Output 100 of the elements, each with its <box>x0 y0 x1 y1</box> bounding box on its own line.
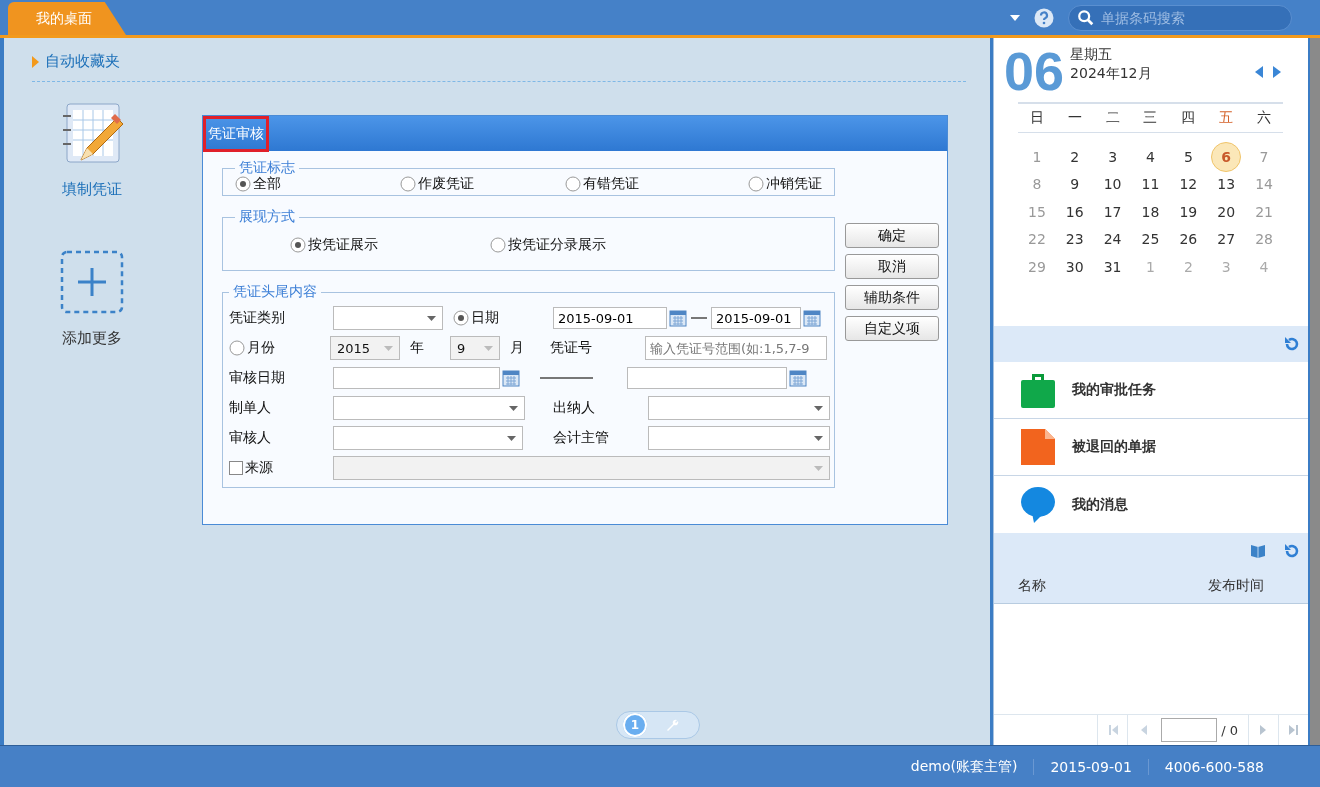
book-icon[interactable] <box>1250 543 1266 559</box>
date-field[interactable]: 2015-09-01 <box>711 307 801 329</box>
dialog-title: 凭证审核 <box>203 115 269 152</box>
field-label: 审核日期 <box>229 369 286 387</box>
caret-icon[interactable] <box>509 405 518 411</box>
calendar-day[interactable]: 31 <box>1096 253 1129 280</box>
calendar-day[interactable]: 26 <box>1172 226 1205 253</box>
weekday-header: 三 <box>1142 109 1159 127</box>
month-text: 2024年12月 <box>1070 65 1152 83</box>
search-field[interactable]: 单据条码搜索 <box>1068 4 1292 31</box>
calendar-day[interactable]: 30 <box>1058 253 1091 280</box>
option-label: 作废凭证 <box>418 175 474 193</box>
calendar-day[interactable]: 23 <box>1058 226 1091 253</box>
page-number-field[interactable] <box>1161 718 1218 742</box>
calendar-day[interactable]: 5 <box>1172 143 1205 170</box>
option-label: 冲销凭证 <box>766 175 822 193</box>
weekday-header: 六 <box>1256 109 1273 127</box>
field-label: 月 <box>510 339 525 357</box>
calendar-icon[interactable] <box>502 369 520 387</box>
caret-icon[interactable] <box>814 405 823 411</box>
calendar-icon[interactable] <box>803 309 821 327</box>
calendar-day[interactable]: 24 <box>1096 226 1129 253</box>
calendar-day[interactable]: 17 <box>1096 198 1129 225</box>
option-label: 全部 <box>253 175 281 193</box>
calendar-day[interactable]: 10 <box>1096 171 1129 198</box>
radio-button[interactable] <box>229 340 245 356</box>
refresh-icon[interactable] <box>1284 543 1300 559</box>
option-label: 有错凭证 <box>583 175 639 193</box>
wrench-icon[interactable] <box>665 718 679 732</box>
calendar-day[interactable]: 4 <box>1134 143 1167 170</box>
field-label: 审核人 <box>229 429 272 447</box>
option-label: 月份 <box>247 339 275 357</box>
previous-icon[interactable] <box>1254 66 1264 78</box>
calendar-day[interactable]: 11 <box>1134 171 1167 198</box>
weekday-header: 五 <box>1218 109 1235 127</box>
skip-back-icon <box>1107 725 1118 735</box>
calendar-day[interactable]: 13 <box>1210 171 1243 198</box>
calendar-icon[interactable] <box>789 369 807 387</box>
caret-icon[interactable] <box>427 315 436 321</box>
radio-button[interactable] <box>490 237 506 253</box>
calendar-day[interactable]: 19 <box>1172 198 1205 225</box>
day-number: 06 <box>1004 44 1065 98</box>
weekday-header: 二 <box>1104 109 1121 127</box>
plus-icon <box>59 249 125 315</box>
caret-icon[interactable] <box>814 435 823 441</box>
field-label: 制单人 <box>229 399 272 417</box>
dialog-button[interactable]: 取消 <box>845 254 939 279</box>
skip-forward-icon <box>1288 725 1299 735</box>
page-total: / 0 <box>1221 722 1238 738</box>
calendar-day[interactable]: 2 <box>1058 143 1091 170</box>
group-title: 凭证标志 <box>238 159 296 176</box>
weekday-header: 四 <box>1180 109 1197 127</box>
field-label: 凭证类别 <box>229 309 286 327</box>
calendar-day[interactable]: 3 <box>1096 143 1129 170</box>
voucher-number-field[interactable]: 输入凭证号范围(如:1,5,7-9 <box>645 336 827 360</box>
date-field[interactable]: 2015-09-01 <box>553 307 667 329</box>
radio-button[interactable] <box>453 310 469 326</box>
calendar-day[interactable]: 20 <box>1210 198 1243 225</box>
scrollbar[interactable] <box>1310 38 1320 745</box>
calendar-day[interactable]: 12 <box>1172 171 1205 198</box>
column-header: 名称 <box>1018 577 1046 595</box>
date-field[interactable] <box>627 367 787 389</box>
refresh-icon[interactable] <box>1284 336 1300 352</box>
calendar-icon[interactable] <box>669 309 687 327</box>
calendar-day[interactable]: 18 <box>1134 198 1167 225</box>
speech-bubble-icon <box>1020 484 1056 525</box>
shortcut-label[interactable]: 添加更多 <box>62 329 122 348</box>
option-label: 按凭证展示 <box>308 236 378 254</box>
calendar-day[interactable]: 9 <box>1058 171 1091 198</box>
status-text: demo(账套主管) <box>909 757 1019 776</box>
calendar-day[interactable]: 16 <box>1058 198 1091 225</box>
dialog-button[interactable]: 确定 <box>845 223 939 248</box>
calendar-day[interactable]: 25 <box>1134 226 1167 253</box>
status-text: 2015-09-01 <box>1033 758 1148 775</box>
radio-button[interactable] <box>565 176 581 192</box>
radio-button[interactable] <box>748 176 764 192</box>
section-title: 自动收藏夹 <box>45 52 120 71</box>
date-field[interactable] <box>333 367 500 389</box>
dialog-button[interactable]: 自定义项 <box>845 316 939 341</box>
checkbox[interactable] <box>229 461 243 475</box>
radio-button[interactable] <box>400 176 416 192</box>
caret-icon[interactable] <box>507 435 516 441</box>
caret-icon[interactable] <box>1010 14 1020 21</box>
calendar-day[interactable]: 27 <box>1210 226 1243 253</box>
group-title: 凭证头尾内容 <box>232 283 318 301</box>
next-icon[interactable] <box>1272 66 1282 78</box>
shortcut-label[interactable]: 填制凭证 <box>62 180 122 199</box>
option-label: 日期 <box>471 309 499 327</box>
help-icon[interactable] <box>1034 7 1054 28</box>
field-label: 出纳人 <box>553 399 596 417</box>
column-header: 发布时间 <box>1208 577 1264 595</box>
option-label: 来源 <box>245 459 273 477</box>
field-label: 年 <box>410 339 425 357</box>
calendar-day[interactable]: 6 <box>1211 141 1242 172</box>
weekday-text: 星期五 <box>1070 46 1114 64</box>
field-label: 会计主管 <box>553 429 610 447</box>
radio-button[interactable] <box>290 237 306 253</box>
radio-button[interactable] <box>235 176 251 192</box>
dialog-button[interactable]: 辅助条件 <box>845 285 939 310</box>
group-title: 展现方式 <box>238 208 296 226</box>
